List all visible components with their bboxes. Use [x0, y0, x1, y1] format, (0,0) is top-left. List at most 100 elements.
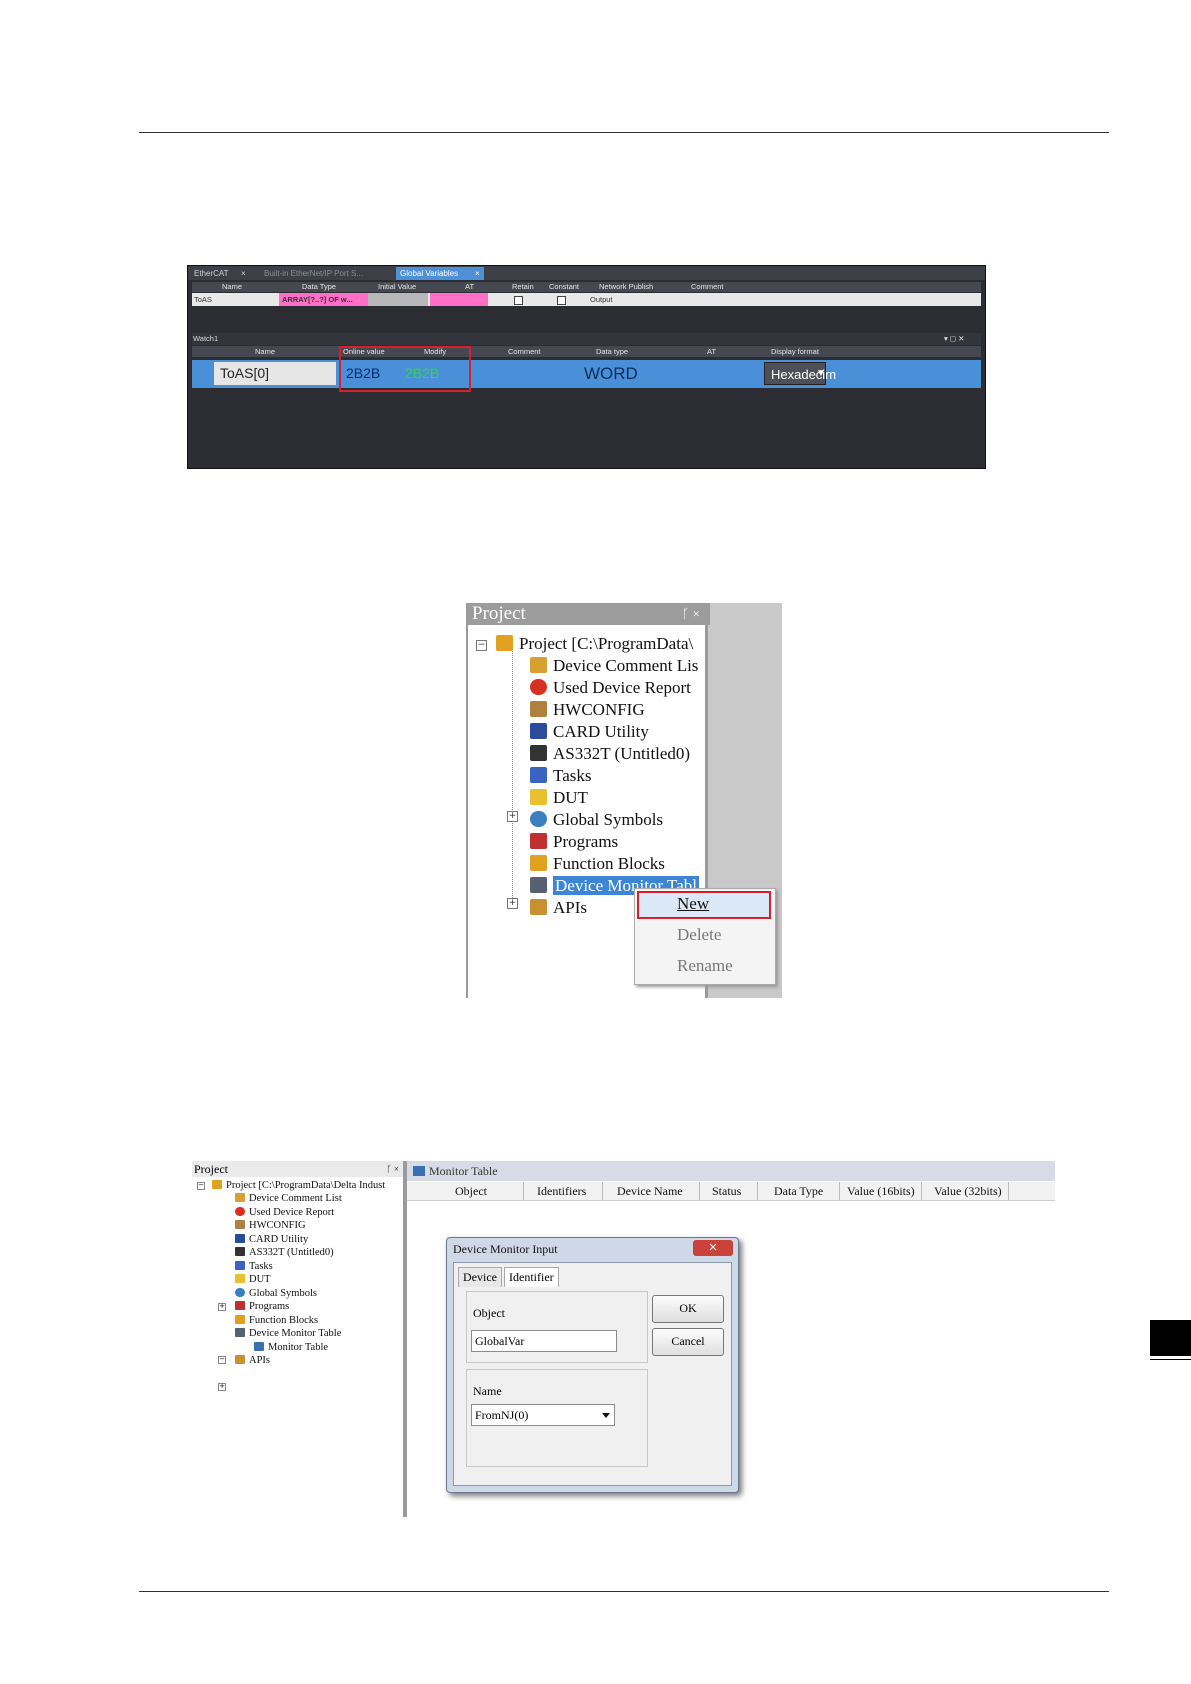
ok-button[interactable]: OK: [652, 1295, 724, 1323]
tree-item-dut[interactable]: DUT: [530, 788, 588, 808]
column-at: AT: [707, 347, 717, 356]
tree-item-card-utility[interactable]: CARD Utility: [530, 722, 649, 742]
tab-global-variables[interactable]: Global Variables: [396, 267, 476, 280]
tree-item-tasks[interactable]: Tasks: [235, 1260, 273, 1273]
tree-item-used-device-report[interactable]: Used Device Report: [235, 1206, 334, 1219]
expand-icon[interactable]: +: [507, 811, 518, 822]
watch-title-label: Watch1: [193, 334, 219, 343]
tree-item-function-blocks[interactable]: Function Blocks: [530, 854, 665, 874]
dut-icon: [235, 1274, 245, 1283]
chapter-tab: [1150, 1320, 1191, 1356]
tree-item-apis[interactable]: APIs: [530, 898, 587, 918]
tree-item-programs[interactable]: Programs: [530, 832, 618, 852]
project-tree-screenshot: Project ᚴ × − + + Project [C:\ProgramDat…: [466, 603, 782, 998]
chapter-tab-underline: [1150, 1359, 1191, 1360]
tree-item-project[interactable]: Project [C:\ProgramData\Delta Indust: [212, 1179, 385, 1192]
column-data-type[interactable]: Data Type: [774, 1182, 841, 1200]
tree-item-hwconfig[interactable]: HWCONFIG: [530, 700, 645, 720]
tree-item-programs[interactable]: Programs: [235, 1300, 289, 1313]
panel-title: Project ᚴ ×: [468, 603, 710, 625]
tree-item-dut[interactable]: DUT: [235, 1273, 271, 1286]
menu-item-delete[interactable]: Delete: [677, 923, 721, 947]
retain-checkbox[interactable]: [514, 296, 523, 305]
close-icon[interactable]: ×: [471, 267, 484, 280]
tree-item-apis[interactable]: APIs: [235, 1354, 270, 1367]
collapse-icon[interactable]: −: [476, 640, 487, 651]
tree-item-device-comment-list[interactable]: Device Comment List: [235, 1192, 342, 1205]
object-label: Object: [473, 1306, 505, 1320]
tree-item-used-device-report[interactable]: Used Device Report: [530, 678, 691, 698]
monitor-table-title: Monitor Table: [407, 1161, 1055, 1181]
tree-item-hwconfig[interactable]: HWCONFIG: [235, 1219, 306, 1232]
object-field[interactable]: GlobalVar: [471, 1330, 617, 1352]
variable-name[interactable]: ToAS: [194, 293, 212, 306]
tree-item-card-utility[interactable]: CARD Utility: [235, 1233, 308, 1246]
variable-data-type[interactable]: ARRAY[?..?] OF w...: [279, 293, 368, 306]
column-value-16bits[interactable]: Value (16bits): [847, 1182, 922, 1200]
context-menu: New Delete Rename: [634, 888, 776, 985]
globe-icon: [530, 811, 547, 827]
menu-item-rename[interactable]: Rename: [677, 954, 733, 978]
panel-controls-icon[interactable]: ▾ ◻ ✕: [944, 333, 964, 345]
programs-icon: [530, 833, 547, 849]
global-variable-row[interactable]: ToAS ARRAY[?..?] OF w... Output: [192, 293, 981, 306]
tree-item-as332t[interactable]: AS332T (Untitled0): [235, 1246, 334, 1259]
tab-device[interactable]: Device: [458, 1267, 502, 1287]
column-name: Name: [255, 347, 276, 356]
column-at: AT: [465, 282, 475, 291]
collapse-icon[interactable]: −: [218, 1356, 226, 1364]
dialog-body: Device Identifier Object GlobalVar Name …: [453, 1262, 732, 1486]
initial-value-cell[interactable]: [368, 293, 428, 306]
chevron-down-icon[interactable]: [602, 1413, 610, 1418]
cancel-button[interactable]: Cancel: [652, 1328, 724, 1356]
chevron-down-icon[interactable]: ▼: [814, 362, 826, 385]
tree-item-as332t[interactable]: AS332T (Untitled0): [530, 744, 690, 764]
watch-row[interactable]: ToAS[0] 2B2B 2B2B WORD Hexadecim ▼: [192, 360, 981, 388]
watch-window-screenshot: EtherCAT × Built-in EtherNet/IP Port S..…: [187, 265, 986, 469]
tree-item-project[interactable]: Project [C:\ProgramData\: [496, 634, 693, 654]
tree-label: Project [C:\ProgramData\Delta Indust: [226, 1180, 386, 1191]
tree-item-global-symbols[interactable]: Global Symbols: [530, 810, 663, 830]
tasks-icon: [530, 767, 547, 783]
name-label: Name: [473, 1384, 502, 1398]
column-status[interactable]: Status: [712, 1182, 759, 1200]
network-publish-value[interactable]: Output: [590, 293, 613, 306]
column-display-format: Display format: [771, 347, 819, 356]
tree-item-tasks[interactable]: Tasks: [530, 766, 591, 786]
constant-checkbox[interactable]: [557, 296, 566, 305]
tree-label: Global Symbols: [249, 1288, 317, 1299]
tree-item-device-monitor-table[interactable]: Device Monitor Table: [235, 1327, 341, 1340]
tree-item-monitor-table[interactable]: Monitor Table: [254, 1341, 328, 1354]
expand-icon[interactable]: +: [218, 1303, 226, 1311]
object-group: Object GlobalVar: [466, 1291, 648, 1363]
expand-icon[interactable]: +: [218, 1383, 226, 1391]
column-device-name[interactable]: Device Name: [617, 1182, 700, 1200]
tree-item-function-blocks[interactable]: Function Blocks: [235, 1314, 318, 1327]
tab-identifier[interactable]: Identifier: [504, 1267, 559, 1287]
menu-item-new[interactable]: New: [677, 892, 709, 916]
global-variables-header: Name Data Type Initial Value AT Retain C…: [192, 282, 981, 292]
tree-label: Function Blocks: [553, 854, 665, 873]
tree-label: AS332T (Untitled0): [553, 744, 691, 763]
at-cell[interactable]: [430, 293, 488, 306]
pin-close-icon[interactable]: ᚴ ×: [386, 1161, 399, 1177]
highlight-box: [339, 346, 471, 392]
pin-close-icon[interactable]: ᚴ ×: [682, 603, 700, 625]
tasks-icon: [235, 1261, 245, 1270]
column-object[interactable]: Object: [455, 1182, 524, 1200]
watch-name-cell[interactable]: ToAS[0]: [214, 362, 336, 385]
close-button[interactable]: ✕: [693, 1240, 733, 1256]
column-identifiers[interactable]: Identifiers: [537, 1182, 604, 1200]
tree-item-global-symbols[interactable]: Global Symbols: [235, 1287, 317, 1300]
expand-icon[interactable]: +: [507, 898, 518, 909]
tree-item-device-comment-list[interactable]: Device Comment Lis: [530, 656, 698, 676]
tab-ethernet-port[interactable]: Built-in EtherNet/IP Port S...: [260, 267, 367, 280]
name-value: FromNJ(0): [475, 1408, 529, 1422]
close-icon[interactable]: ×: [237, 267, 250, 280]
tab-ethercat[interactable]: EtherCAT: [190, 267, 233, 280]
collapse-icon[interactable]: −: [197, 1182, 205, 1190]
tree-label: DUT: [249, 1274, 271, 1285]
column-value-32bits[interactable]: Value (32bits): [934, 1182, 1009, 1200]
name-combobox[interactable]: FromNJ(0): [471, 1404, 615, 1426]
column-name: Name: [222, 282, 243, 291]
